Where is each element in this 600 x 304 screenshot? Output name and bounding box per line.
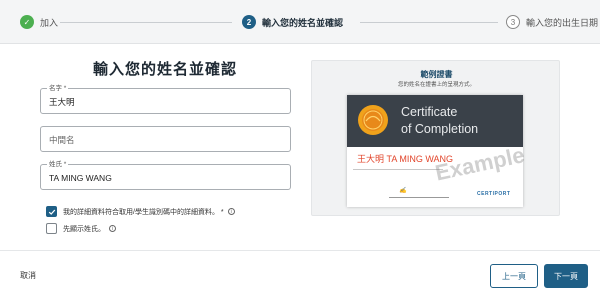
surname-first-checkbox[interactable] — [46, 223, 57, 234]
step-label: 輸入您的出生日期 — [526, 17, 599, 28]
middle-name-field[interactable] — [40, 126, 291, 152]
step-number: 2 — [242, 15, 256, 29]
text-placeholder-icon — [353, 169, 443, 170]
certificate-brand: CERTIPORT — [477, 191, 511, 197]
middle-name-input[interactable] — [49, 131, 284, 149]
last-name-field[interactable]: 姓氏 * — [40, 160, 291, 190]
seal-icon — [358, 105, 388, 135]
details-match-row[interactable]: 我的詳細資料符合取用/學生識別碼中的詳細資料。 * i — [46, 206, 235, 217]
example-watermark: Example — [433, 142, 527, 186]
step-enter-birthdate: 3 輸入您的出生日期 — [506, 15, 598, 29]
certificate-description-line — [353, 168, 443, 172]
certificate-title-line1: Certificate — [401, 105, 458, 119]
surname-first-label: 先顯示姓氏。 — [63, 225, 105, 233]
signature-icon: ✍ — [399, 187, 407, 194]
step-label: 輸入您的姓名並確認 — [262, 17, 344, 28]
details-match-label: 我的詳細資料符合取用/學生識別碼中的詳細資料。 * — [63, 208, 224, 216]
info-icon[interactable]: i — [109, 225, 116, 232]
form-title: 輸入您的姓名並確認 — [92, 61, 237, 78]
step-join: ✓ 加入 — [20, 15, 58, 29]
surname-first-row[interactable]: 先顯示姓氏。 i — [46, 223, 116, 234]
next-button[interactable]: 下一頁 — [544, 264, 588, 288]
first-name-label: 名字 * — [47, 84, 69, 93]
info-icon[interactable]: i — [227, 208, 235, 215]
last-name-input[interactable] — [49, 169, 284, 187]
progress-stepper: ✓ 加入 2 輸入您的姓名並確認 3 輸入您的出生日期 — [0, 0, 600, 44]
cancel-link[interactable]: 取消 — [20, 270, 36, 281]
step-connector — [60, 22, 232, 23]
certificate-header: Certificate of Completion — [347, 95, 523, 147]
step-enter-name: 2 輸入您的姓名並確認 — [242, 15, 343, 29]
step-label: 加入 — [40, 17, 59, 28]
sample-subtitle: 您的姓名在證書上的呈現方式。 — [397, 82, 475, 88]
certificate-preview: Certificate of Completion 王大明 TA MING WA… — [347, 95, 527, 207]
check-icon: ✓ — [20, 15, 34, 29]
first-name-input[interactable] — [49, 93, 284, 111]
last-name-label: 姓氏 * — [47, 160, 69, 169]
signature-line — [389, 197, 449, 198]
sample-certificate-panel: 範例證書 您的姓名在證書上的呈現方式。 Certificate of Compl… — [311, 60, 560, 216]
footer-divider — [0, 250, 600, 251]
checkmark-icon — [48, 209, 55, 215]
first-name-field[interactable]: 名字 * — [40, 84, 291, 114]
sample-title: 範例證書 — [420, 70, 453, 79]
details-match-checkbox[interactable] — [46, 206, 57, 217]
step-connector — [360, 22, 498, 23]
step-number: 3 — [506, 15, 520, 29]
previous-button[interactable]: 上一頁 — [490, 264, 538, 288]
certificate-title-line2: of Completion — [401, 122, 479, 136]
